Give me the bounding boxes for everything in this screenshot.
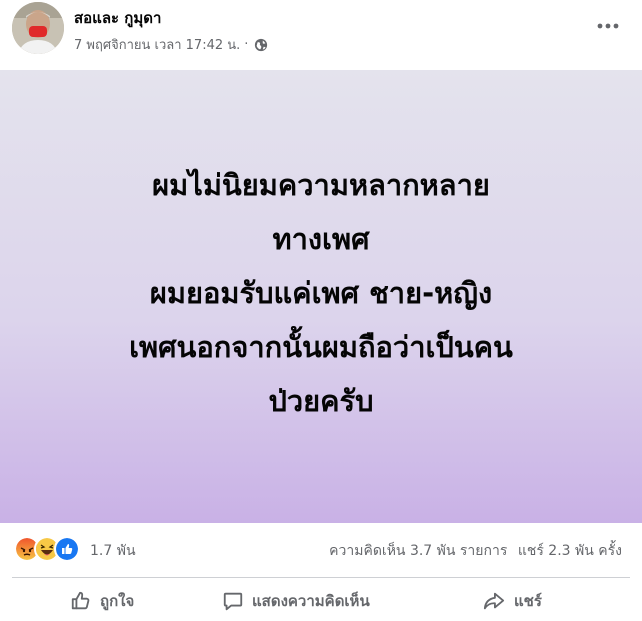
comment-icon bbox=[223, 592, 243, 610]
reactions-bar: 1.7 พัน ความคิดเห็น 3.7 พัน รายการ แชร์ … bbox=[0, 530, 642, 570]
more-horizontal-icon[interactable] bbox=[594, 14, 622, 38]
divider bbox=[12, 577, 630, 578]
content-line: ทางเพศ bbox=[272, 221, 370, 256]
author-name[interactable]: สอและ กูมุดา bbox=[74, 6, 161, 30]
share-count[interactable]: แชร์ 2.3 พัน ครั้ง bbox=[518, 543, 622, 559]
reaction-icons[interactable] bbox=[14, 536, 80, 562]
content-line: ผมไม่นิยมความหลากหลาย bbox=[152, 167, 490, 202]
share-button[interactable]: แชร์ bbox=[460, 580, 642, 621]
comment-button[interactable]: แสดงความคิดเห็น bbox=[200, 580, 460, 621]
content-line: ผมยอมรับแค่เพศ ชาย-หญิง bbox=[149, 275, 493, 310]
post-meta: 7 พฤศจิกายน เวลา 17:42 น. · bbox=[74, 34, 268, 55]
post-content-text: ผมไม่นิยมความหลากหลาย ทางเพศ ผมยอมรับแค่… bbox=[21, 158, 621, 428]
content-line: ป่วยครับ bbox=[268, 383, 374, 418]
comment-count[interactable]: ความคิดเห็น 3.7 พัน รายการ bbox=[329, 543, 507, 559]
engagement-stats: ความคิดเห็น 3.7 พัน รายการ แชร์ 2.3 พัน … bbox=[329, 540, 622, 562]
share-icon bbox=[483, 592, 505, 609]
share-label: แชร์ bbox=[514, 591, 542, 610]
meta-separator: · bbox=[244, 37, 249, 52]
facebook-post: สอและ กูมุดา 7 พฤศจิกายน เวลา 17:42 น. · bbox=[0, 0, 642, 621]
comment-label: แสดงความคิดเห็น bbox=[252, 591, 370, 610]
post-header: สอและ กูมุดา 7 พฤศจิกายน เวลา 17:42 น. · bbox=[0, 0, 642, 68]
like-button[interactable]: ถูกใจ bbox=[0, 580, 200, 621]
reaction-count[interactable]: 1.7 พัน bbox=[90, 540, 136, 562]
globe-icon bbox=[254, 38, 268, 52]
thumbs-up-icon bbox=[71, 591, 90, 609]
content-line: เพศนอกจากนั้นผมถือว่าเป็นคน bbox=[129, 329, 513, 364]
post-actions: ถูกใจ แสดงความคิดเห็น แชร์ bbox=[0, 580, 642, 621]
like-icon bbox=[54, 536, 80, 562]
like-label: ถูกใจ bbox=[100, 591, 135, 610]
avatar-image bbox=[12, 2, 64, 54]
post-timestamp[interactable]: 7 พฤศจิกายน เวลา 17:42 น. bbox=[74, 34, 240, 55]
post-content-background: ผมไม่นิยมความหลากหลาย ทางเพศ ผมยอมรับแค่… bbox=[0, 70, 642, 523]
author-avatar[interactable] bbox=[12, 2, 64, 54]
